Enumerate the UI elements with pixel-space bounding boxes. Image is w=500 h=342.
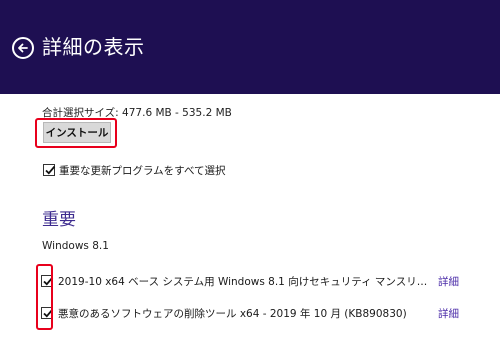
highlight-box-install [35,118,117,148]
section-title-important: 重要 [42,210,76,230]
update-label: 悪意のあるソフトウェアの削除ツール x64 - 2019 年 10 月 (KB8… [58,308,407,320]
checkmark-icon [45,165,56,175]
back-arrow-icon[interactable] [12,37,34,59]
group-label-windows: Windows 8.1 [42,240,109,252]
details-link[interactable]: 詳細 [438,274,459,289]
select-all-label: 重要な更新プログラムをすべて選択 [59,165,226,177]
details-link[interactable]: 詳細 [438,306,459,321]
header-bar: 詳細の表示 [0,0,500,94]
select-all-checkbox[interactable] [43,164,56,176]
page-title: 詳細の表示 [42,35,145,59]
update-label: 2019-10 x64 ベース システム用 Windows 8.1 向けセキュリ… [58,276,430,288]
highlight-box-checkboxes [36,264,53,330]
